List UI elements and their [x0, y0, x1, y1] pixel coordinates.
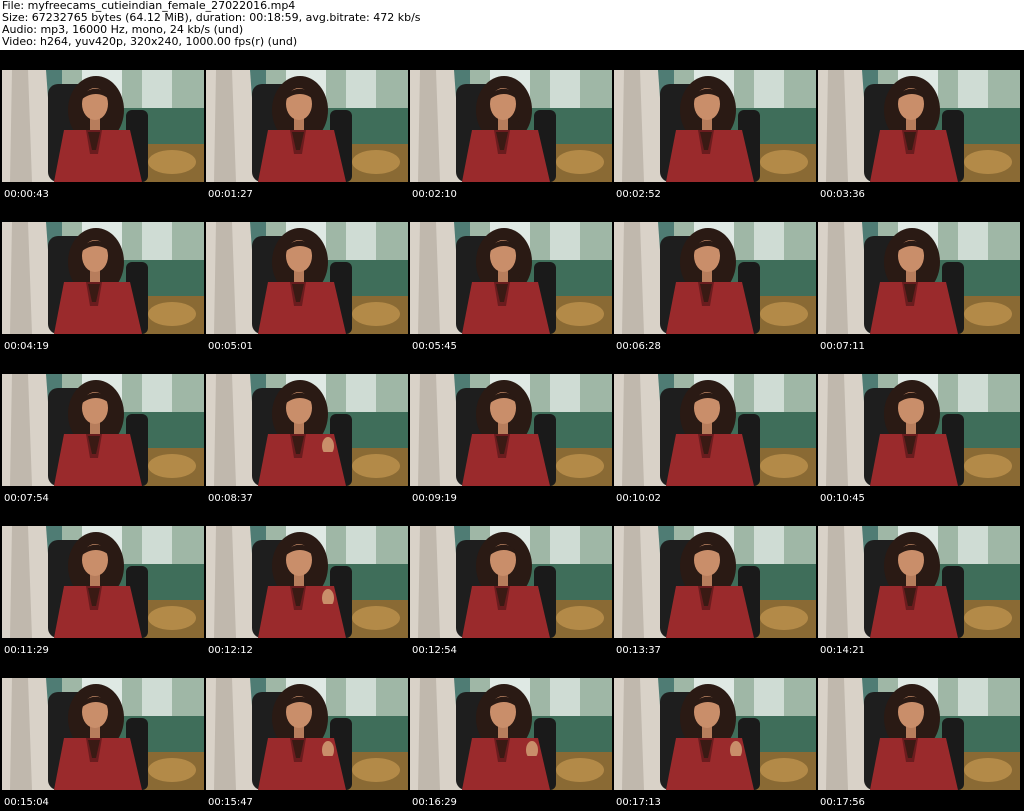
frame-timestamp: 00:15:04 — [4, 797, 49, 808]
frame-timestamp: 00:11:29 — [4, 645, 49, 656]
frame-thumbnail — [206, 70, 408, 182]
video-frame: 00:03:36 — [818, 50, 1020, 202]
frame-thumbnail — [410, 678, 612, 790]
frame-timestamp: 00:02:52 — [616, 189, 661, 200]
thumbnail-grid: 00:00:43 00:01:27 00:02:10 00:02:52 00:03:36… — [0, 50, 1024, 811]
video-frame: 00:06:28 — [614, 202, 816, 354]
video-frame: 00:14:21 — [818, 506, 1020, 658]
frame-thumbnail — [2, 70, 204, 182]
video-frame: 00:02:52 — [614, 50, 816, 202]
frame-thumbnail — [2, 526, 204, 638]
frame-timestamp: 00:12:12 — [208, 645, 253, 656]
frame-thumbnail — [2, 374, 204, 486]
video-frame: 00:15:04 — [2, 658, 204, 810]
frame-timestamp: 00:06:28 — [616, 341, 661, 352]
frame-thumbnail — [206, 678, 408, 790]
frame-timestamp: 00:05:45 — [412, 341, 457, 352]
frame-thumbnail — [410, 374, 612, 486]
video-frame: 00:00:43 — [2, 50, 204, 202]
frame-thumbnail — [614, 222, 816, 334]
frame-timestamp: 00:10:02 — [616, 493, 661, 504]
frame-timestamp: 00:13:37 — [616, 645, 661, 656]
frame-thumbnail — [818, 526, 1020, 638]
video-frame: 00:05:45 — [410, 202, 612, 354]
frame-thumbnail — [206, 374, 408, 486]
video-frame: 00:12:54 — [410, 506, 612, 658]
frame-timestamp: 00:17:56 — [820, 797, 865, 808]
frame-thumbnail — [818, 70, 1020, 182]
video-frame: 00:15:47 — [206, 658, 408, 810]
video-info-line: Video: h264, yuv420p, 320x240, 1000.00 f… — [2, 35, 298, 48]
video-frame: 00:16:29 — [410, 658, 612, 810]
frame-timestamp: 00:04:19 — [4, 341, 49, 352]
frame-timestamp: 00:10:45 — [820, 493, 865, 504]
video-frame: 00:02:10 — [410, 50, 612, 202]
frame-timestamp: 00:02:10 — [412, 189, 457, 200]
video-frame: 00:17:13 — [614, 658, 816, 810]
video-frame: 00:11:29 — [2, 506, 204, 658]
frame-thumbnail — [410, 70, 612, 182]
file-info-header: File: myfreecams_cutieindian_female_2702… — [0, 0, 1024, 50]
video-frame: 00:09:19 — [410, 354, 612, 506]
frame-thumbnail — [614, 678, 816, 790]
frame-thumbnail — [818, 222, 1020, 334]
frame-timestamp: 00:07:54 — [4, 493, 49, 504]
frame-timestamp: 00:08:37 — [208, 493, 253, 504]
frame-thumbnail — [614, 374, 816, 486]
video-frame: 00:04:19 — [2, 202, 204, 354]
frame-timestamp: 00:15:47 — [208, 797, 253, 808]
frame-thumbnail — [2, 222, 204, 334]
frame-timestamp: 00:03:36 — [820, 189, 865, 200]
frame-timestamp: 00:07:11 — [820, 341, 865, 352]
frame-timestamp: 00:09:19 — [412, 493, 457, 504]
frame-timestamp: 00:05:01 — [208, 341, 253, 352]
video-frame: 00:07:54 — [2, 354, 204, 506]
video-frame: 00:10:45 — [818, 354, 1020, 506]
frame-thumbnail — [206, 222, 408, 334]
video-frame: 00:10:02 — [614, 354, 816, 506]
video-frame: 00:12:12 — [206, 506, 408, 658]
frame-timestamp: 00:00:43 — [4, 189, 49, 200]
video-frame: 00:01:27 — [206, 50, 408, 202]
frame-thumbnail — [614, 70, 816, 182]
frame-timestamp: 00:01:27 — [208, 189, 253, 200]
frame-thumbnail — [410, 526, 612, 638]
frame-thumbnail — [206, 526, 408, 638]
frame-thumbnail — [410, 222, 612, 334]
frame-timestamp: 00:12:54 — [412, 645, 457, 656]
frame-timestamp: 00:16:29 — [412, 797, 457, 808]
frame-thumbnail — [818, 678, 1020, 790]
frame-thumbnail — [614, 526, 816, 638]
frame-timestamp: 00:17:13 — [616, 797, 661, 808]
frame-timestamp: 00:14:21 — [820, 645, 865, 656]
video-frame: 00:07:11 — [818, 202, 1020, 354]
video-frame: 00:05:01 — [206, 202, 408, 354]
frame-thumbnail — [818, 374, 1020, 486]
video-frame: 00:17:56 — [818, 658, 1020, 810]
frame-thumbnail — [2, 678, 204, 790]
video-frame: 00:13:37 — [614, 506, 816, 658]
video-frame: 00:08:37 — [206, 354, 408, 506]
